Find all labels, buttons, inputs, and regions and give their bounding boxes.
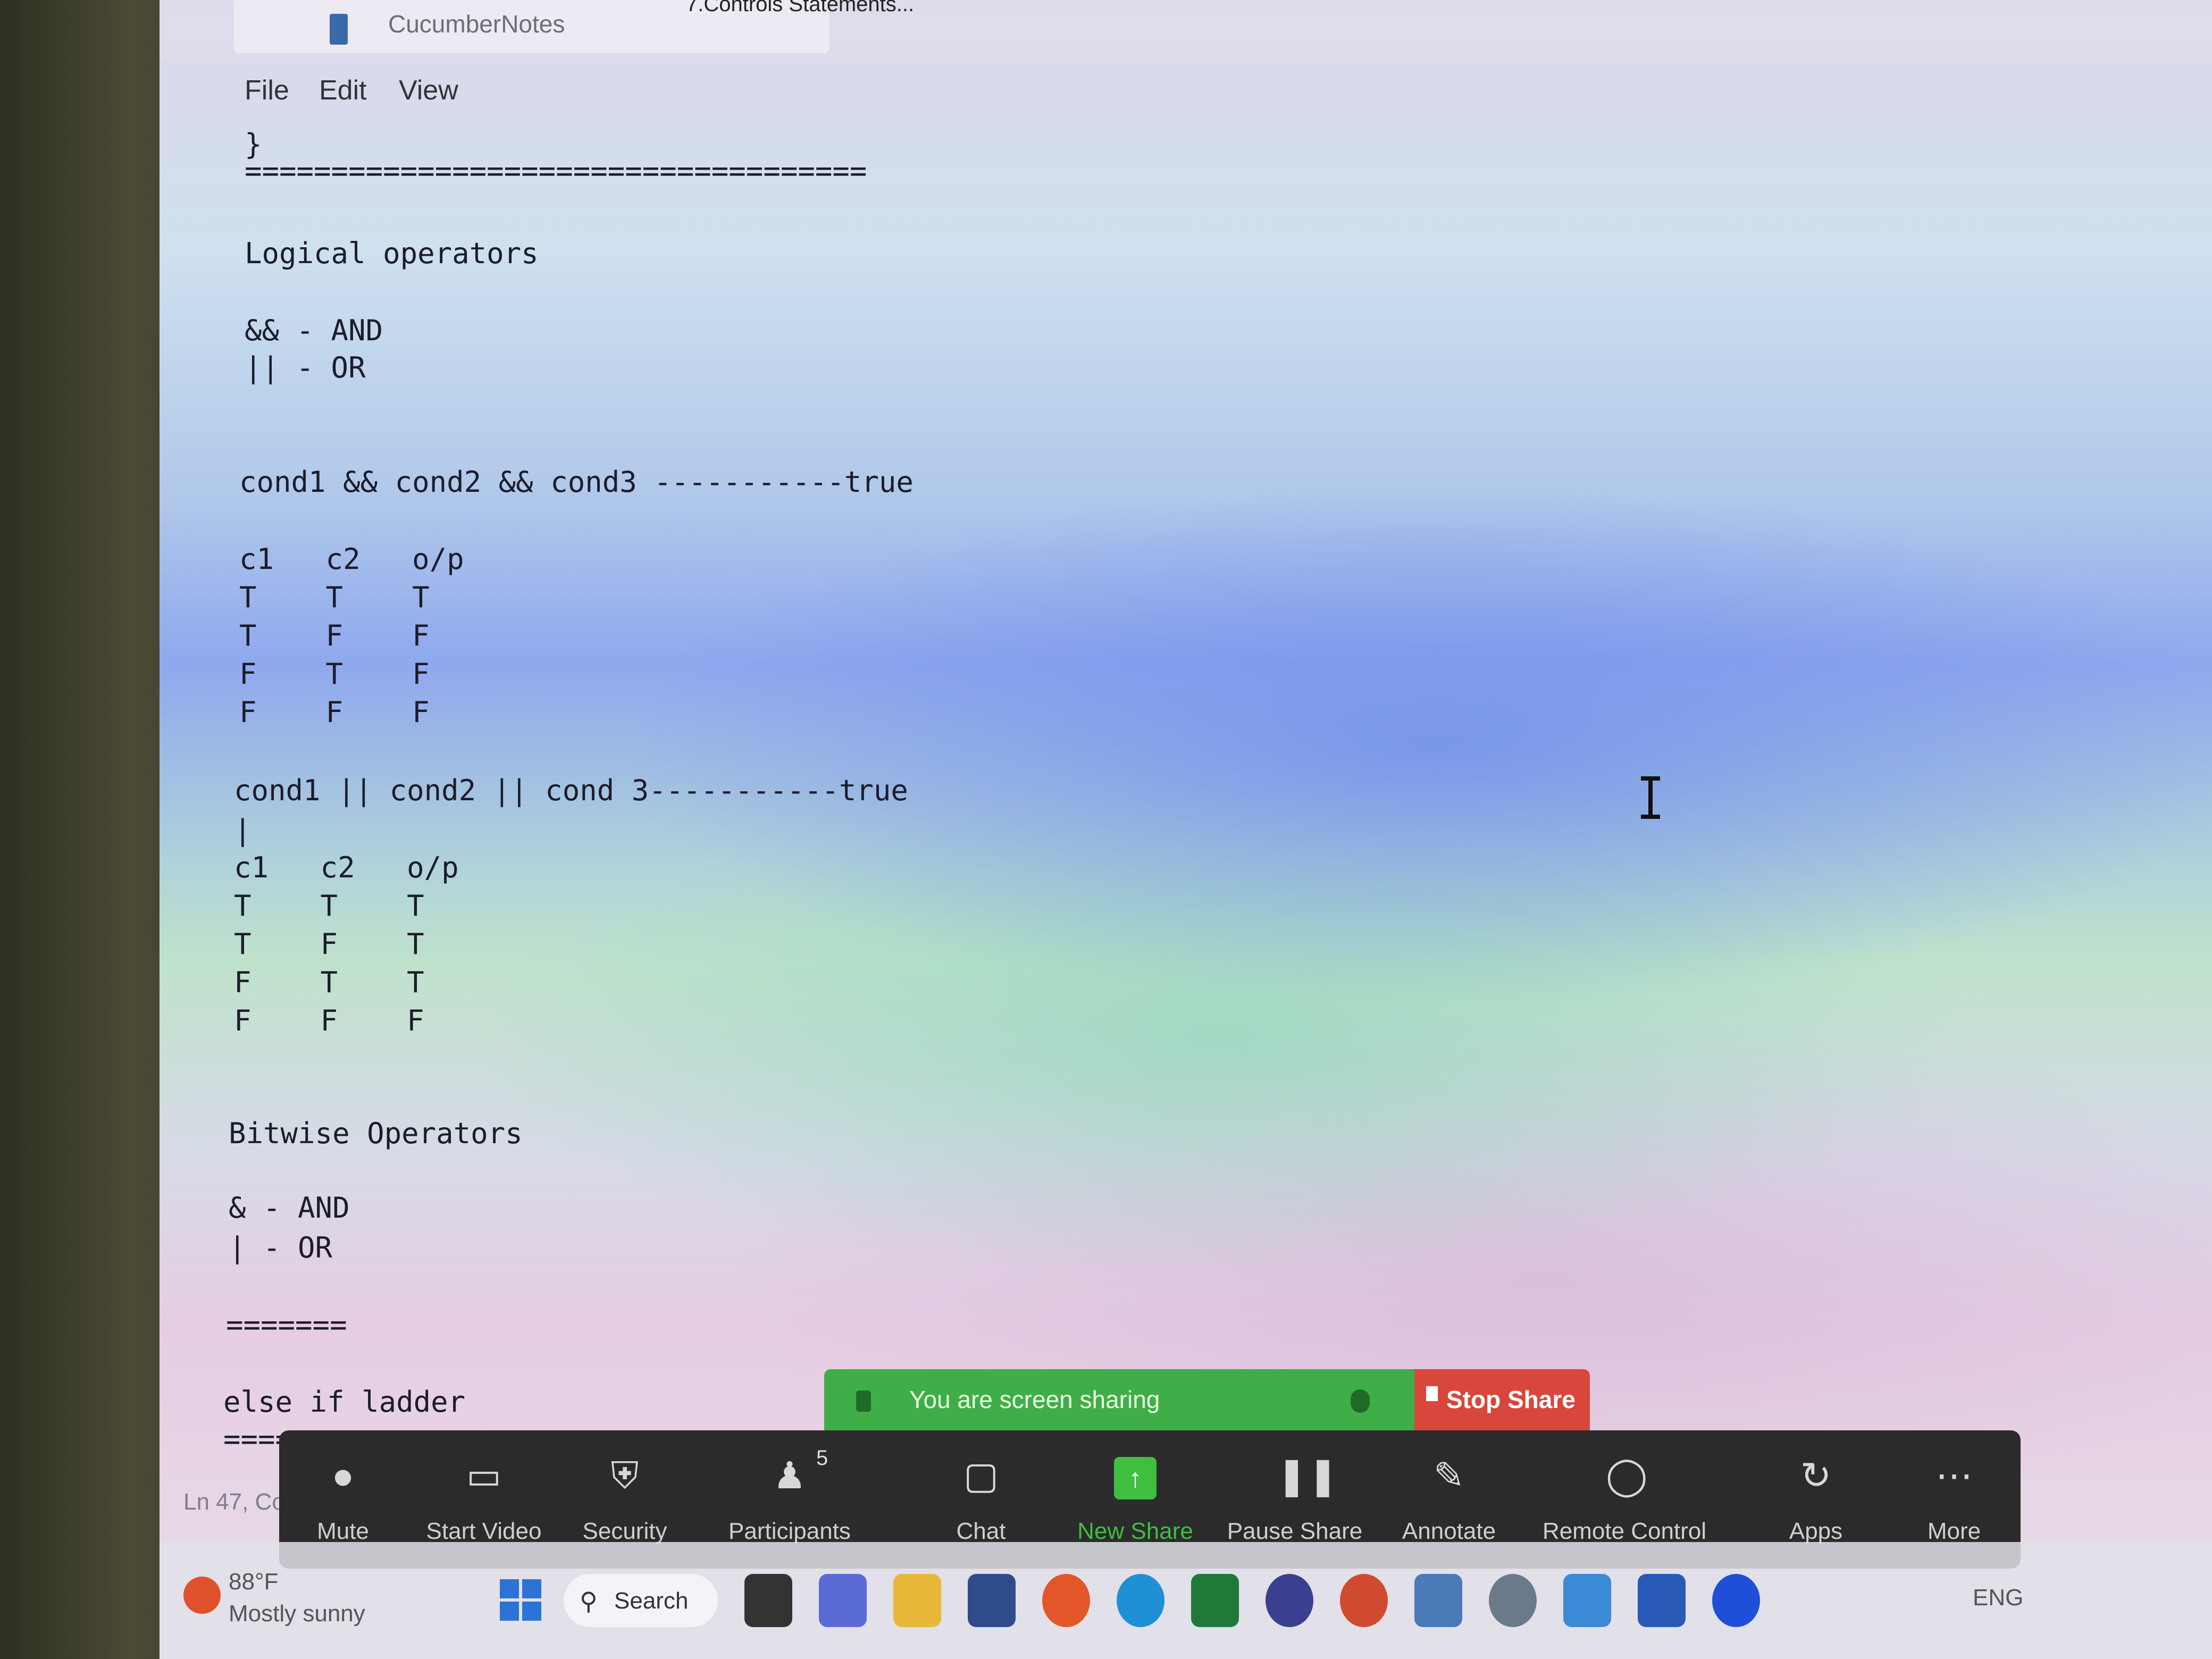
windows-logo-icon bbox=[500, 1579, 519, 1598]
drag-handle-icon[interactable] bbox=[856, 1390, 871, 1412]
annotate-label: Annotate bbox=[1402, 1518, 1496, 1544]
more-label: More bbox=[1927, 1518, 1981, 1544]
chat-icon: ▢ bbox=[963, 1455, 999, 1496]
network-app-icon[interactable] bbox=[1414, 1574, 1462, 1627]
security-label: Security bbox=[582, 1518, 667, 1544]
start-button[interactable] bbox=[500, 1579, 542, 1622]
editor-line: ==================================== bbox=[245, 154, 867, 188]
weather-temperature[interactable]: 88°F bbox=[229, 1569, 278, 1595]
editor-line: F T T bbox=[234, 966, 424, 999]
editor-line: F F F bbox=[234, 1004, 424, 1037]
editor-line: T F F bbox=[239, 619, 430, 652]
editor-line: c1 c2 o/p bbox=[234, 851, 459, 884]
pause-share-label: Pause Share bbox=[1227, 1518, 1363, 1544]
windows-logo-icon bbox=[500, 1602, 519, 1621]
chat-label: Chat bbox=[956, 1518, 1006, 1544]
file-explorer-icon[interactable] bbox=[893, 1574, 941, 1627]
editor-line: F T F bbox=[239, 657, 430, 691]
windows-logo-icon bbox=[522, 1579, 541, 1598]
chrome-icon[interactable] bbox=[1340, 1574, 1388, 1627]
firefox-icon[interactable] bbox=[1042, 1574, 1090, 1627]
window-title: CucumberNotes bbox=[388, 10, 565, 38]
participants-icon: ♟ bbox=[773, 1455, 807, 1496]
share-arrow-icon: ↑ bbox=[1114, 1457, 1157, 1499]
apps-icon: ↻ bbox=[1800, 1455, 1832, 1496]
apps-label: Apps bbox=[1789, 1518, 1843, 1544]
editor-line: || - OR bbox=[245, 351, 366, 384]
search-icon: ⚲ bbox=[580, 1587, 598, 1615]
menu-file[interactable]: File bbox=[245, 74, 289, 106]
zoom-icon[interactable] bbox=[1712, 1574, 1760, 1627]
editor-line: Logical operators bbox=[245, 237, 539, 270]
text-editor[interactable]: } ==================================== L… bbox=[213, 117, 1808, 1499]
video-off-icon: ▭ bbox=[466, 1455, 502, 1496]
menu-edit[interactable]: Edit bbox=[319, 74, 367, 106]
editor-line: | - OR bbox=[229, 1231, 333, 1264]
status-bar-position: Ln 47, Col bbox=[183, 1489, 290, 1515]
editor-line: F F F bbox=[239, 696, 430, 729]
start-video-label: Start Video bbox=[426, 1518, 542, 1544]
weather-icon[interactable] bbox=[183, 1577, 221, 1614]
windows-taskbar: 88°F Mostly sunny ⚲ Search ENG bbox=[160, 1542, 2212, 1659]
windows-logo-icon bbox=[522, 1602, 541, 1621]
excel-icon[interactable] bbox=[1191, 1574, 1239, 1627]
editor-line: else if ladder bbox=[223, 1385, 466, 1419]
stop-share-label: Stop Share bbox=[1446, 1386, 1576, 1413]
tab-control-statements[interactable]: 7.Controls Statements... bbox=[686, 0, 914, 16]
editor-line: Bitwise Operators bbox=[229, 1117, 523, 1150]
taskbar-search[interactable]: ⚲ Search bbox=[564, 1574, 718, 1627]
stop-icon bbox=[1426, 1386, 1438, 1401]
settings-icon[interactable] bbox=[1489, 1574, 1537, 1627]
screen-sharing-banner: You are screen sharing bbox=[824, 1369, 1414, 1433]
teams-chat-icon[interactable] bbox=[819, 1574, 867, 1627]
text-cursor-icon bbox=[1641, 776, 1660, 819]
participants-label: Participants bbox=[728, 1518, 851, 1544]
edge-icon[interactable] bbox=[1117, 1574, 1164, 1627]
pause-icon: ❚❚ bbox=[1276, 1455, 1339, 1496]
notepad-app-icon bbox=[330, 14, 348, 45]
pencil-icon: ✎ bbox=[1433, 1455, 1465, 1496]
editor-line: c1 c2 o/p bbox=[239, 542, 464, 576]
editor-line: T T T bbox=[234, 889, 424, 923]
more-icon: ⋯ bbox=[1936, 1455, 1973, 1496]
search-label: Search bbox=[614, 1588, 689, 1614]
editor-line: ======= bbox=[226, 1308, 347, 1342]
task-view-icon[interactable] bbox=[744, 1574, 792, 1627]
shield-icon: ⛨ bbox=[610, 1455, 639, 1496]
mouse-icon: ◯ bbox=[1606, 1455, 1648, 1496]
editor-line: & - AND bbox=[229, 1191, 350, 1225]
store-icon[interactable] bbox=[968, 1574, 1016, 1627]
stop-share-button[interactable]: Stop Share bbox=[1414, 1369, 1590, 1433]
microphone-icon: ● bbox=[331, 1455, 355, 1496]
editor-line: | bbox=[234, 814, 252, 847]
language-indicator[interactable]: ENG bbox=[1973, 1585, 2023, 1611]
word-icon[interactable] bbox=[1638, 1574, 1686, 1627]
menu-view[interactable]: View bbox=[399, 74, 458, 106]
screen: CucumberNotes 7.Controls Statements... F… bbox=[160, 0, 2212, 1659]
editor-line: && - AND bbox=[245, 314, 383, 347]
new-share-label: New Share bbox=[1077, 1518, 1193, 1544]
remote-control-label: Remote Control bbox=[1542, 1518, 1707, 1544]
editor-line: T T T bbox=[239, 581, 430, 614]
screen-sharing-text: You are screen sharing bbox=[909, 1386, 1160, 1413]
weather-description[interactable]: Mostly sunny bbox=[229, 1601, 365, 1627]
media-player-icon[interactable] bbox=[1266, 1574, 1313, 1627]
security-shield-icon[interactable] bbox=[1351, 1389, 1370, 1413]
mute-label: Mute bbox=[317, 1518, 369, 1544]
title-bar: CucumberNotes 7.Controls Statements... bbox=[160, 0, 2212, 58]
editor-line: T F T bbox=[234, 927, 424, 961]
participants-count: 5 bbox=[816, 1446, 828, 1470]
editor-line: cond1 || cond2 || cond 3-----------true bbox=[234, 774, 908, 807]
notepad-icon[interactable] bbox=[1563, 1574, 1611, 1627]
editor-line: cond1 && cond2 && cond3 -----------true bbox=[239, 465, 914, 499]
